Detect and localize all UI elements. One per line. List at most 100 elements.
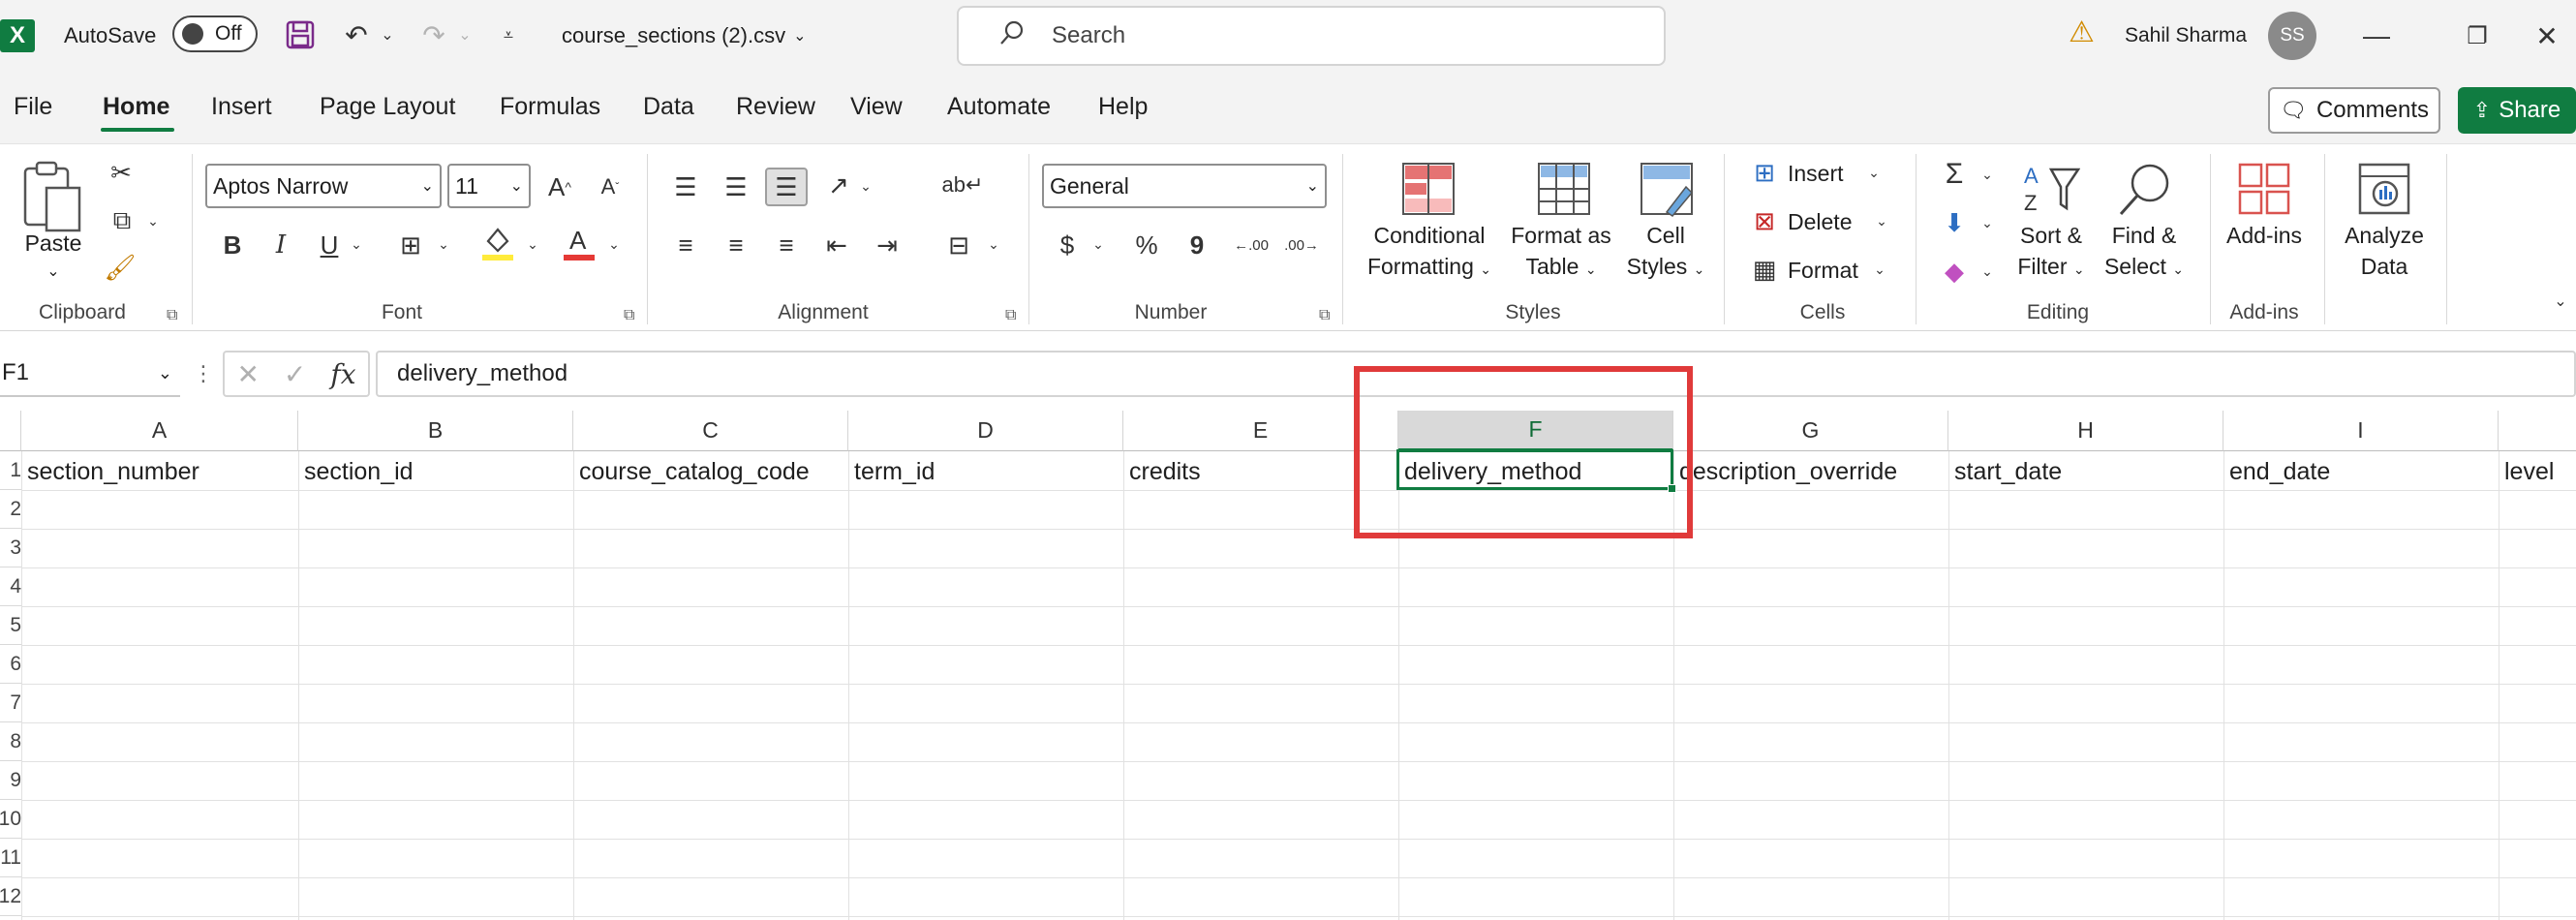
insert-cells-icon[interactable]: ⊞ xyxy=(1747,156,1782,189)
column-header-d[interactable]: D xyxy=(848,411,1123,451)
insert-function-icon[interactable]: fx xyxy=(330,358,355,390)
format-as-table-icon[interactable] xyxy=(1530,158,1598,220)
fill-dropdown-icon[interactable]: ⌄ xyxy=(1976,208,1999,237)
tab-review[interactable]: Review xyxy=(736,93,815,121)
fill-icon[interactable]: ⬇ xyxy=(1935,204,1974,241)
orientation-dropdown-icon[interactable]: ⌄ xyxy=(856,171,875,200)
column-header-a[interactable]: A xyxy=(21,411,298,451)
alignment-launcher-icon[interactable]: ⧉ xyxy=(1005,307,1016,324)
find-select-label-2[interactable]: Select ⌄ xyxy=(2096,251,2193,285)
save-icon[interactable] xyxy=(281,17,320,52)
analyze-data-label-1[interactable]: Analyze xyxy=(2336,220,2433,251)
cell-i1[interactable]: end_date xyxy=(2223,455,2330,488)
bold-icon[interactable]: B xyxy=(213,226,252,264)
undo-icon[interactable]: ↶ xyxy=(337,17,376,52)
wrap-text-icon[interactable]: ab↵ xyxy=(942,166,984,204)
collapse-ribbon-icon[interactable]: ⌄ xyxy=(2549,290,2572,313)
undo-dropdown-icon[interactable]: ⌄ xyxy=(378,17,397,52)
tab-view[interactable]: View xyxy=(850,93,903,121)
clipboard-launcher-icon[interactable]: ⧉ xyxy=(167,307,177,324)
borders-dropdown-icon[interactable]: ⌄ xyxy=(434,230,453,259)
column-header-partial[interactable] xyxy=(2499,411,2576,451)
row-header[interactable]: 4 xyxy=(0,567,21,606)
column-header-c[interactable]: C xyxy=(573,411,848,451)
delete-dropdown-icon[interactable]: ⌄ xyxy=(1867,206,1896,235)
row-header[interactable]: 12 xyxy=(0,877,21,916)
top-align-icon[interactable]: ☰ xyxy=(666,168,705,206)
column-header-b[interactable]: B xyxy=(298,411,573,451)
autosum-dropdown-icon[interactable]: ⌄ xyxy=(1976,160,1999,189)
cell-a1[interactable]: section_number xyxy=(21,455,199,488)
underline-icon[interactable]: U xyxy=(310,226,349,264)
row-header[interactable]: 9 xyxy=(0,761,21,800)
redo-dropdown-icon[interactable]: ⌄ xyxy=(455,17,475,52)
bottom-align-icon[interactable]: ☰ xyxy=(765,168,808,206)
cell-j1[interactable]: level xyxy=(2499,455,2554,488)
format-as-table-label-2[interactable]: Table ⌄ xyxy=(1503,251,1619,285)
cell-d1[interactable]: term_id xyxy=(848,455,935,488)
paste-dropdown-icon[interactable]: ⌄ xyxy=(39,257,68,288)
row-header[interactable]: 8 xyxy=(0,722,21,761)
autosave-toggle[interactable]: Off xyxy=(172,15,258,52)
autosum-icon[interactable]: Σ xyxy=(1935,156,1974,193)
delete-cells-icon[interactable]: ⊠ xyxy=(1747,204,1782,237)
clear-dropdown-icon[interactable]: ⌄ xyxy=(1976,257,1999,286)
analyze-data-label-2[interactable]: Data xyxy=(2336,251,2433,282)
add-ins-icon[interactable] xyxy=(2233,158,2295,220)
conditional-formatting-label-2[interactable]: Formatting ⌄ xyxy=(1354,251,1505,285)
search-input[interactable]: Search xyxy=(957,6,1666,66)
share-button[interactable]: ⇪ Share xyxy=(2458,87,2576,134)
paste-icon[interactable] xyxy=(19,158,87,235)
currency-icon[interactable]: $ xyxy=(1050,226,1085,264)
increase-indent-icon[interactable]: ⇥ xyxy=(868,226,906,264)
tab-help[interactable]: Help xyxy=(1098,93,1148,121)
row-header[interactable]: 10 xyxy=(0,800,21,839)
select-all-corner[interactable] xyxy=(0,411,21,451)
row-header[interactable]: 11 xyxy=(0,839,21,877)
percent-icon[interactable]: % xyxy=(1127,226,1166,264)
decrease-font-icon[interactable]: Aˇ xyxy=(591,168,629,206)
delete-cells-label[interactable]: Delete xyxy=(1788,206,1875,237)
enter-icon[interactable]: ✓ xyxy=(284,358,306,390)
row-header[interactable]: 5 xyxy=(0,606,21,645)
cell-g1[interactable]: description_override xyxy=(1673,455,1897,488)
increase-decimal-icon[interactable]: ←.00 xyxy=(1232,226,1271,264)
file-name[interactable]: course_sections (2).csv ⌄ xyxy=(562,19,807,52)
column-header-h[interactable]: H xyxy=(1948,411,2223,451)
decrease-indent-icon[interactable]: ⇤ xyxy=(817,226,856,264)
find-select-label-1[interactable]: Find & xyxy=(2096,220,2193,251)
cell-c1[interactable]: course_catalog_code xyxy=(573,455,810,488)
cell-styles-label-2[interactable]: Styles ⌄ xyxy=(1619,251,1712,285)
tab-data[interactable]: Data xyxy=(643,93,694,121)
cell-h1[interactable]: start_date xyxy=(1948,455,2062,488)
font-color-dropdown-icon[interactable]: ⌄ xyxy=(604,230,624,259)
comma-style-icon[interactable]: 9 xyxy=(1178,226,1216,264)
fill-color-dropdown-icon[interactable]: ⌄ xyxy=(523,230,542,259)
decrease-decimal-icon[interactable]: .00→ xyxy=(1282,226,1321,264)
increase-font-icon[interactable]: A ^ xyxy=(540,168,579,206)
format-dropdown-icon[interactable]: ⌄ xyxy=(1865,255,1894,284)
tab-file[interactable]: File xyxy=(14,93,52,121)
insert-dropdown-icon[interactable]: ⌄ xyxy=(1859,158,1888,187)
cell-e1[interactable]: credits xyxy=(1123,455,1201,488)
row-header[interactable]: 1 xyxy=(0,451,21,490)
find-select-icon[interactable] xyxy=(2113,158,2175,220)
merge-dropdown-icon[interactable]: ⌄ xyxy=(984,230,1003,259)
align-center-icon[interactable]: ≡ xyxy=(717,226,755,264)
italic-icon[interactable]: I xyxy=(261,226,300,264)
cell-styles-icon[interactable] xyxy=(1633,158,1701,220)
restore-icon[interactable]: ❐ xyxy=(2448,12,2506,60)
add-ins-label[interactable]: Add-ins xyxy=(2218,220,2311,251)
middle-align-icon[interactable]: ☰ xyxy=(717,168,755,206)
warning-icon[interactable]: ⚠ xyxy=(2069,15,2095,49)
tab-page-layout[interactable]: Page Layout xyxy=(320,93,455,121)
underline-dropdown-icon[interactable]: ⌄ xyxy=(347,230,366,259)
sort-filter-label-2[interactable]: Filter ⌄ xyxy=(2005,251,2098,285)
user-name[interactable]: Sahil Sharma xyxy=(2125,19,2247,52)
fill-color-icon[interactable] xyxy=(478,222,517,264)
tab-automate[interactable]: Automate xyxy=(947,93,1051,121)
merge-center-icon[interactable]: ⊟ xyxy=(939,226,978,264)
column-header-i[interactable]: I xyxy=(2223,411,2499,451)
row-header[interactable]: 7 xyxy=(0,684,21,722)
format-as-table-label-1[interactable]: Format as xyxy=(1503,220,1619,251)
